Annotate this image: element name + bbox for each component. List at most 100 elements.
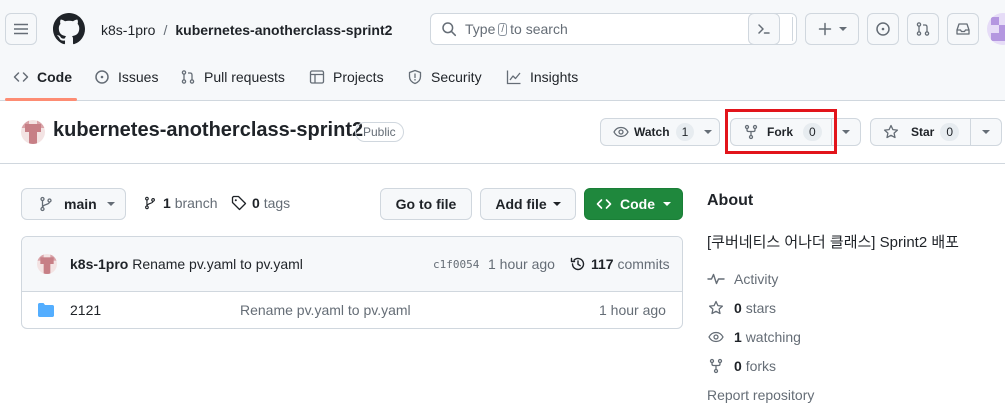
branches-link[interactable]: 1 branch xyxy=(143,195,218,211)
code-button-label: Code xyxy=(620,196,655,212)
forks-label: forks xyxy=(745,358,777,374)
search-placeholder-prefix: Type xyxy=(465,21,496,37)
issue-opened-icon xyxy=(876,22,890,36)
tab-pull-requests-label: Pull requests xyxy=(204,69,285,85)
branches-label: branch xyxy=(174,195,218,211)
add-file-button[interactable]: Add file xyxy=(480,188,576,220)
inbox-icon xyxy=(956,23,970,35)
tags-count: 0 xyxy=(252,195,260,211)
tag-icon xyxy=(231,195,247,211)
star-icon xyxy=(708,300,724,315)
search-input[interactable]: Type / to search xyxy=(430,13,797,45)
tab-code[interactable]: Code xyxy=(13,66,72,88)
tags-link[interactable]: 0 tags xyxy=(231,195,290,211)
watch-button[interactable]: Watch 1 xyxy=(600,118,720,146)
hamburger-icon xyxy=(14,23,28,35)
file-browser: k8s-1pro Rename pv.yaml to pv.yaml c1f00… xyxy=(21,236,683,329)
tab-insights[interactable]: Insights xyxy=(506,66,578,88)
branch-name: main xyxy=(64,196,97,212)
triangle-down-icon xyxy=(839,27,847,31)
activity-label: Activity xyxy=(734,271,779,287)
activity-link[interactable]: Activity xyxy=(707,271,778,287)
github-logo-icon[interactable] xyxy=(53,13,85,45)
pull-request-icon xyxy=(181,70,195,84)
command-palette-button[interactable] xyxy=(748,13,780,45)
tab-issues-label: Issues xyxy=(118,69,159,85)
forks-count: 0 xyxy=(734,358,742,374)
about-heading: About xyxy=(707,192,754,209)
file-row[interactable]: 2121 Rename pv.yaml to pv.yaml 1 hour ag… xyxy=(22,292,682,328)
commit-message[interactable]: Rename pv.yaml to pv.yaml xyxy=(132,256,303,272)
title-divider xyxy=(0,163,1005,164)
file-commit-message[interactable]: Rename pv.yaml to pv.yaml xyxy=(240,302,411,318)
breadcrumb-owner[interactable]: k8s-1pro xyxy=(101,20,155,40)
watching-count: 1 xyxy=(734,329,742,345)
star-icon xyxy=(883,124,899,139)
eye-icon xyxy=(613,126,629,138)
create-new-button[interactable] xyxy=(805,13,859,45)
breadcrumb-separator: / xyxy=(163,22,168,38)
tab-projects[interactable]: Projects xyxy=(309,66,384,88)
visibility-badge: Public xyxy=(355,122,404,142)
eye-icon xyxy=(708,331,724,343)
git-branch-icon xyxy=(145,196,155,210)
plus-icon xyxy=(818,22,832,36)
tab-security[interactable]: Security xyxy=(407,66,482,88)
search-placeholder-suffix: to search xyxy=(510,21,568,37)
watch-label: Watch xyxy=(634,125,670,139)
inbox-button[interactable] xyxy=(947,13,979,45)
go-to-file-label: Go to file xyxy=(395,196,457,212)
commits-label: commits xyxy=(617,256,670,272)
watching-label: watching xyxy=(745,329,801,345)
forks-link[interactable]: 0 forks xyxy=(707,358,776,374)
tab-issues[interactable]: Issues xyxy=(94,66,158,88)
star-dropdown-button[interactable] xyxy=(970,118,1002,146)
commit-author-avatar[interactable] xyxy=(37,254,57,274)
triangle-down-icon xyxy=(663,202,671,206)
stars-link[interactable]: 0 stars xyxy=(707,300,776,316)
triangle-down-icon xyxy=(842,130,850,134)
triangle-down-icon xyxy=(704,130,713,134)
triangle-down-icon xyxy=(552,202,561,206)
star-button[interactable]: Star 0 xyxy=(870,118,971,146)
code-icon xyxy=(596,199,612,209)
menu-button[interactable] xyxy=(5,13,37,45)
issues-button[interactable] xyxy=(867,13,899,45)
branches-count: 1 xyxy=(163,195,171,211)
repo-name[interactable]: kubernetes-anotherclass-sprint2 xyxy=(53,119,363,142)
table-icon xyxy=(309,70,325,84)
tab-projects-label: Projects xyxy=(333,69,384,85)
commit-sha[interactable]: c1f0054 xyxy=(433,258,479,271)
fork-highlight-box xyxy=(725,109,837,154)
file-name[interactable]: 2121 xyxy=(70,302,101,318)
add-file-label: Add file xyxy=(495,196,547,212)
history-icon xyxy=(570,257,585,271)
go-to-file-button[interactable]: Go to file xyxy=(380,188,472,220)
repo-owner-avatar[interactable] xyxy=(21,120,45,144)
search-shortcut-key: / xyxy=(498,22,508,36)
code-button[interactable]: Code xyxy=(584,188,683,220)
commit-author[interactable]: k8s-1pro xyxy=(70,256,128,272)
star-count: 0 xyxy=(940,123,960,141)
breadcrumb-repo[interactable]: kubernetes-anotherclass-sprint2 xyxy=(175,20,392,40)
tab-insights-label: Insights xyxy=(530,69,579,85)
tab-security-label: Security xyxy=(431,69,482,85)
triangle-down-icon xyxy=(106,202,115,206)
stars-count: 0 xyxy=(734,300,742,316)
commits-link[interactable]: 117 commits xyxy=(570,256,670,272)
tab-code-label: Code xyxy=(37,69,72,85)
report-repository-link[interactable]: Report repository xyxy=(707,387,814,403)
repo-forked-icon xyxy=(709,358,723,374)
watch-count: 1 xyxy=(675,123,695,141)
terminal-icon xyxy=(758,24,770,34)
folder-icon xyxy=(38,303,54,317)
watching-link[interactable]: 1 watching xyxy=(707,329,801,345)
branch-selector[interactable]: main xyxy=(21,188,126,220)
latest-commit-bar: k8s-1pro Rename pv.yaml to pv.yaml c1f00… xyxy=(22,237,682,292)
pulse-icon xyxy=(707,273,725,285)
tab-pull-requests[interactable]: Pull requests xyxy=(180,66,285,88)
git-pull-request-icon xyxy=(916,22,930,36)
stars-label: stars xyxy=(745,300,777,316)
pull-requests-button[interactable] xyxy=(907,13,939,45)
commit-time: 1 hour ago xyxy=(488,256,555,272)
